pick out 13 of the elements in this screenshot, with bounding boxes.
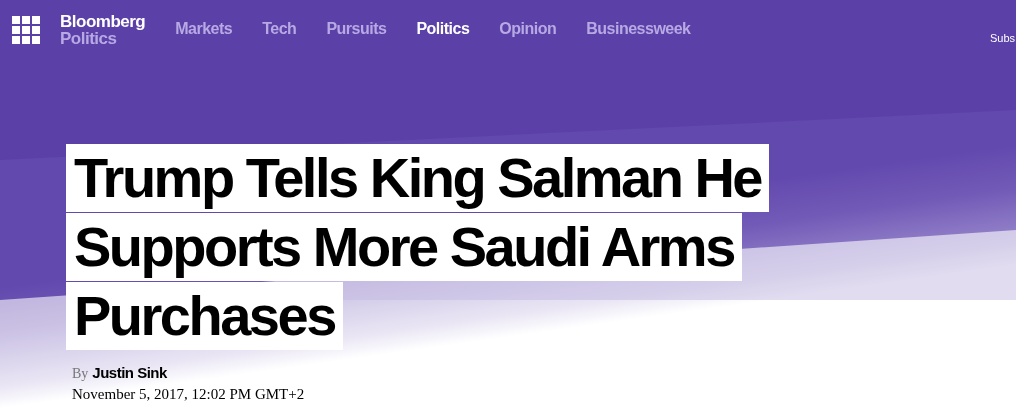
author-name[interactable]: Justin Sink xyxy=(92,364,167,381)
publish-date: November 5, 2017, 12:02 PM GMT+2 xyxy=(72,386,306,403)
nav-link[interactable]: Politics xyxy=(416,20,470,38)
nav-link[interactable]: Pursuits xyxy=(326,20,387,38)
byline-label: By xyxy=(72,366,89,382)
nav-link[interactable]: Businessweek xyxy=(586,20,691,38)
nav-link[interactable]: Markets xyxy=(175,20,233,38)
brand-name[interactable]: Bloomberg xyxy=(60,13,146,30)
section-name[interactable]: Politics xyxy=(60,30,146,47)
subscribe-link[interactable]: Subs xyxy=(989,32,1016,44)
menu-icon[interactable] xyxy=(12,16,40,44)
nav-link[interactable]: Tech xyxy=(262,20,297,38)
nav-link[interactable]: Opinion xyxy=(499,20,557,38)
